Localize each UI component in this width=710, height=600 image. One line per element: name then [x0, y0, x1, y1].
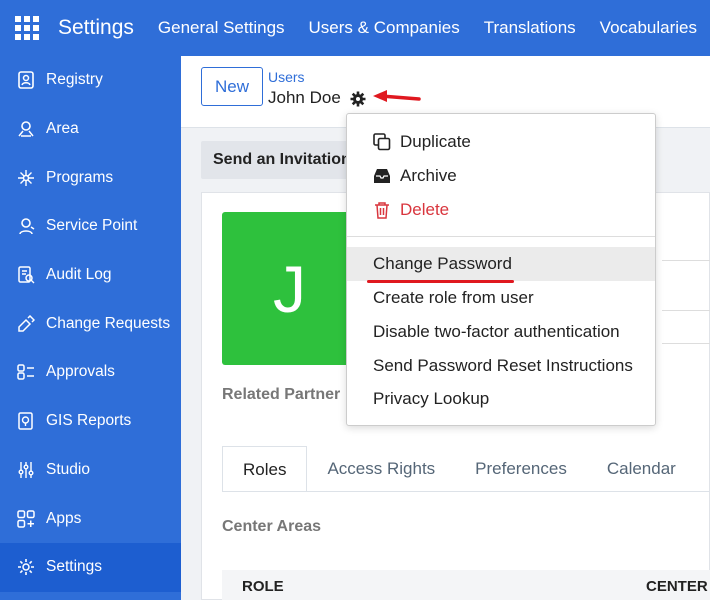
sidebar-item-audit-log[interactable]: Audit Log	[0, 251, 181, 300]
column-header-role[interactable]: ROLE	[242, 578, 284, 595]
menu-item-label: Duplicate	[400, 132, 471, 151]
menu-vocabularies[interactable]: Vocabularies	[600, 18, 697, 38]
sidebar-item-registry[interactable]: Registry	[0, 56, 181, 105]
tab-access-rights[interactable]: Access Rights	[307, 446, 455, 492]
sidebar-item-label: Programs	[46, 168, 114, 186]
app-title[interactable]: Settings	[58, 16, 134, 40]
sidebar-item-label: Service Point	[46, 217, 138, 235]
new-button[interactable]: New	[201, 67, 263, 106]
sidebar-item-label: Area	[46, 120, 79, 138]
registry-icon	[16, 70, 36, 90]
menu-translations[interactable]: Translations	[484, 18, 576, 38]
menu-item-change-password[interactable]: Change Password	[347, 247, 655, 281]
sidebar-item-apps[interactable]: Apps	[0, 494, 181, 543]
menu-general-settings[interactable]: General Settings	[158, 18, 285, 38]
programs-icon	[16, 168, 36, 188]
send-invitation-button[interactable]: Send an Invitation	[201, 141, 361, 179]
red-underline-annotation	[367, 280, 514, 283]
sidebar-item-label: Settings	[46, 558, 103, 576]
archive-icon	[373, 167, 391, 185]
sidebar-item-label: Studio	[46, 460, 90, 478]
menu-item-label: Delete	[400, 200, 450, 219]
top-menu: General Settings Users & Companies Trans…	[158, 18, 710, 38]
sidebar-item-label: Change Requests	[46, 314, 171, 332]
field-divider	[662, 310, 710, 311]
sidebar-item-label: GIS Reports	[46, 412, 132, 430]
menu-divider	[347, 236, 655, 237]
audit-log-icon	[16, 265, 36, 285]
duplicate-icon	[373, 133, 391, 151]
area-icon	[16, 119, 36, 139]
menu-item-label: Archive	[400, 166, 457, 185]
sidebar-item-label: Audit Log	[46, 266, 112, 284]
menu-item-privacy-lookup[interactable]: Privacy Lookup	[347, 382, 655, 416]
sidebar-item-area[interactable]: Area	[0, 105, 181, 154]
sidebar-item-service-point[interactable]: Service Point	[0, 202, 181, 251]
tab-divider	[222, 491, 710, 492]
menu-item-create-role-from-user[interactable]: Create role from user	[347, 281, 655, 315]
tab-calendar[interactable]: Calendar	[587, 446, 696, 492]
tab-roles[interactable]: Roles	[222, 446, 308, 492]
gis-reports-icon	[16, 411, 36, 431]
table-header: ROLE CENTER	[222, 570, 710, 600]
record-name: John Doe	[268, 88, 341, 107]
breadcrumb-users[interactable]: Users	[268, 69, 305, 85]
tab-preferences[interactable]: Preferences	[455, 446, 587, 492]
sidebar-item-label: Apps	[46, 509, 82, 527]
menu-item-disable-2fa[interactable]: Disable two-factor authentication	[347, 315, 655, 349]
sidebar-item-settings[interactable]: Settings	[0, 542, 181, 592]
approvals-icon	[16, 362, 36, 382]
section-title: Center Areas	[222, 518, 322, 535]
avatar[interactable]: J	[222, 212, 357, 365]
field-divider	[662, 343, 710, 344]
action-menu-dropdown: Duplicate Archive Delete Change Password…	[346, 113, 656, 426]
app-menu-icon[interactable]	[15, 16, 39, 40]
studio-icon	[16, 460, 36, 480]
top-navbar: Settings General Settings Users & Compan…	[0, 0, 710, 56]
field-divider	[662, 260, 710, 261]
apps-icon	[16, 509, 36, 529]
menu-item-duplicate[interactable]: Duplicate	[347, 125, 655, 159]
menu-item-send-password-reset[interactable]: Send Password Reset Instructions	[347, 349, 655, 383]
change-requests-icon	[16, 314, 36, 334]
menu-users-companies[interactable]: Users & Companies	[309, 18, 460, 38]
trash-icon	[373, 201, 391, 219]
sidebar: Registry Area Programs Service Point Aud…	[0, 56, 181, 600]
gear-icon[interactable]	[349, 90, 367, 108]
notebook-tabs: Roles Access Rights Preferences Calendar	[222, 446, 696, 492]
sidebar-item-change-requests[interactable]: Change Requests	[0, 299, 181, 348]
menu-item-archive[interactable]: Archive	[347, 159, 655, 193]
column-header-center[interactable]: CENTER	[646, 578, 708, 595]
sidebar-item-programs[interactable]: Programs	[0, 153, 181, 202]
sidebar-item-gis-reports[interactable]: GIS Reports	[0, 397, 181, 446]
sidebar-item-approvals[interactable]: Approvals	[0, 348, 181, 397]
sidebar-item-studio[interactable]: Studio	[0, 446, 181, 495]
settings-icon	[16, 557, 36, 577]
service-point-icon	[16, 216, 36, 236]
related-partner-label: Related Partner	[222, 386, 341, 403]
sidebar-item-label: Approvals	[46, 363, 115, 381]
menu-item-delete[interactable]: Delete	[347, 193, 655, 227]
sidebar-item-label: Registry	[46, 71, 103, 89]
red-arrow-annotation	[371, 89, 421, 110]
